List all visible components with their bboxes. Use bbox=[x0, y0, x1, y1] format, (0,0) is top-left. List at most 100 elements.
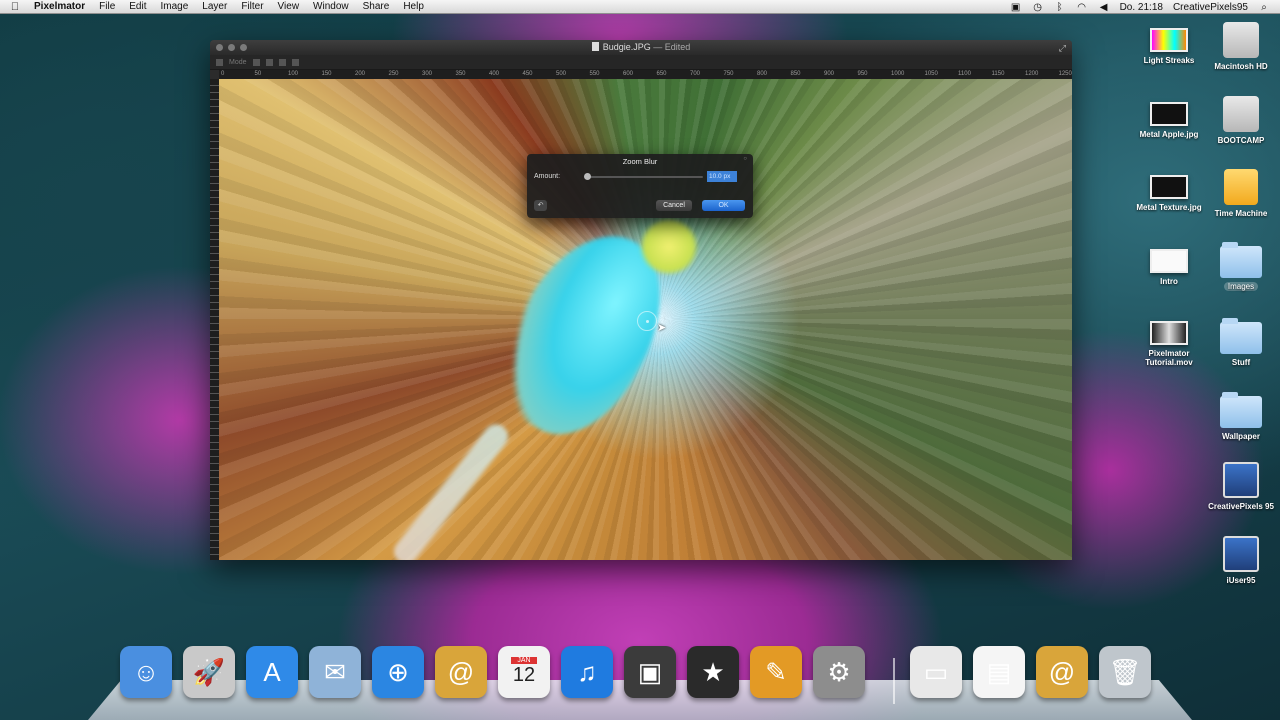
undo-icon: ↶ bbox=[537, 202, 544, 209]
desktop-icon-creativepixels[interactable]: CreativePixels 95 bbox=[1205, 462, 1277, 511]
amount-slider[interactable] bbox=[584, 173, 703, 180]
mode-add-icon[interactable] bbox=[265, 58, 273, 66]
amount-slider-knob[interactable] bbox=[584, 173, 592, 180]
cancel-button[interactable]: Cancel bbox=[656, 200, 692, 211]
time-machine-icon[interactable]: ◷ bbox=[1032, 2, 1044, 13]
apple-icon[interactable]:  bbox=[0, 1, 30, 13]
dock: ☺ 🚀 A ✉ ⊕ @ JAN 12 ♫ ▣ ★ ✎ ⚙ ▭ ▤ @ 🗑 bbox=[120, 640, 1160, 704]
ruler-tick-label: 450 bbox=[522, 71, 533, 77]
ok-button[interactable]: OK bbox=[702, 200, 745, 211]
ruler-tick-label: 1200 bbox=[1025, 71, 1039, 77]
vertical-ruler[interactable] bbox=[210, 79, 219, 560]
window-title: Budgie.JPG bbox=[602, 42, 651, 52]
document-stack-icon[interactable]: ▭ bbox=[910, 646, 962, 698]
finder-icon[interactable]: ☺ bbox=[120, 646, 172, 698]
desktop-icon-macintosh-hd[interactable]: Macintosh HD bbox=[1205, 22, 1277, 71]
mode-new-icon[interactable] bbox=[252, 58, 260, 66]
menu-file[interactable]: File bbox=[92, 0, 122, 14]
launchpad-icon[interactable]: 🚀 bbox=[183, 646, 235, 698]
desktop-icon-wallpaper[interactable]: Wallpaper bbox=[1205, 392, 1277, 441]
menu-layer[interactable]: Layer bbox=[195, 0, 234, 14]
trash-icon[interactable]: 🗑 bbox=[1099, 646, 1151, 698]
ruler-tick-label: 900 bbox=[824, 71, 835, 77]
traffic-lights bbox=[216, 44, 247, 51]
desktop-icon-light-streaks[interactable]: Light Streaks bbox=[1133, 28, 1205, 65]
window-titlebar[interactable]: Budgie.JPG — Edited ⤢ bbox=[210, 40, 1072, 55]
light-streaks-thumbnail-icon bbox=[1150, 28, 1188, 52]
desktop-icon-label: BOOTCAMP bbox=[1217, 136, 1265, 145]
calendar-icon[interactable]: JAN 12 bbox=[498, 646, 550, 698]
desktop-icon-metal-texture[interactable]: Metal Texture.jpg bbox=[1133, 175, 1205, 212]
menu-share[interactable]: Share bbox=[356, 0, 397, 14]
desktop-icon-pixelmator-tutorial[interactable]: Pixelmator Tutorial.mov bbox=[1133, 321, 1205, 367]
zoom-window-button[interactable] bbox=[240, 44, 247, 51]
mode-subtract-icon[interactable] bbox=[278, 58, 286, 66]
ruler-tick-label: 100 bbox=[288, 71, 299, 77]
menu-window[interactable]: Window bbox=[306, 0, 356, 14]
menu-edit[interactable]: Edit bbox=[122, 0, 153, 14]
menu-help[interactable]: Help bbox=[396, 0, 431, 14]
intro-thumbnail-icon bbox=[1150, 249, 1188, 273]
ruler-tick-label: 400 bbox=[489, 71, 500, 77]
desktop-icon-label: Images bbox=[1223, 282, 1259, 291]
address-book-icon[interactable]: @ bbox=[435, 646, 487, 698]
spotlight-icon[interactable]: ⌕ bbox=[1258, 2, 1270, 13]
ruler-tick-label: 600 bbox=[623, 71, 634, 77]
menu-view[interactable]: View bbox=[271, 0, 307, 14]
zoom-center-handle[interactable] bbox=[637, 311, 657, 331]
pixelmator-icon[interactable]: ✎ bbox=[750, 646, 802, 698]
safari-icon[interactable]: ⊕ bbox=[372, 646, 424, 698]
menu-user[interactable]: CreativePixels95 bbox=[1173, 2, 1248, 13]
iphoto-icon[interactable]: ▣ bbox=[624, 646, 676, 698]
menu-image[interactable]: Image bbox=[154, 0, 196, 14]
minimize-window-button[interactable] bbox=[228, 44, 235, 51]
desktop-icon-label: Pixelmator Tutorial.mov bbox=[1145, 349, 1193, 367]
ruler-tick-label: 1050 bbox=[924, 71, 938, 77]
screen-icon[interactable]: ▣ bbox=[1010, 2, 1022, 13]
wifi-icon[interactable]: ◠ bbox=[1076, 2, 1088, 13]
fullscreen-icon[interactable]: ⤢ bbox=[1059, 41, 1066, 56]
document-icon bbox=[591, 42, 599, 51]
mode-intersect-icon[interactable] bbox=[291, 58, 299, 66]
ruler-tick-label: 1100 bbox=[958, 71, 971, 77]
reset-button[interactable]: ↶ bbox=[534, 200, 547, 211]
ruler-tick-label: 1150 bbox=[991, 71, 1005, 77]
zoom-blur-dialog: Zoom Blur ○ Amount: ↶ Cancel OK bbox=[527, 154, 753, 218]
imovie-icon[interactable]: ★ bbox=[687, 646, 739, 698]
system-preferences-icon[interactable]: ⚙ bbox=[813, 646, 865, 698]
desktop-icon-time-machine[interactable]: Time Machine bbox=[1205, 169, 1277, 218]
ruler-tick-label: 500 bbox=[556, 71, 567, 77]
close-window-button[interactable] bbox=[216, 44, 223, 51]
itunes-icon[interactable]: ♫ bbox=[561, 646, 613, 698]
ruler-tick-label: 300 bbox=[422, 71, 433, 77]
dialog-title: Zoom Blur bbox=[622, 157, 658, 166]
calendar-day-label: 12 bbox=[512, 664, 536, 686]
amount-value-field[interactable] bbox=[707, 171, 737, 182]
address-book-stack-icon[interactable]: @ bbox=[1036, 646, 1088, 698]
image-canvas[interactable]: ➤ bbox=[219, 79, 1072, 560]
ruler-tick-label: 350 bbox=[455, 71, 466, 77]
desktop-icon-bootcamp[interactable]: BOOTCAMP bbox=[1205, 96, 1277, 145]
menu-filter[interactable]: Filter bbox=[234, 0, 270, 14]
desktop-icon-intro[interactable]: Intro bbox=[1133, 249, 1205, 286]
desktop-icon-stuff[interactable]: Stuff bbox=[1205, 318, 1277, 367]
window-edited-status: — Edited bbox=[653, 42, 691, 52]
ruler-tick-label: 150 bbox=[321, 71, 332, 77]
app-store-icon[interactable]: A bbox=[246, 646, 298, 698]
pdf-document-icon[interactable]: ▤ bbox=[973, 646, 1025, 698]
desktop-icon-iuser95[interactable]: iUser95 bbox=[1205, 536, 1277, 585]
volume-icon[interactable]: ◀ bbox=[1098, 2, 1110, 13]
bluetooth-icon[interactable]: ᛒ bbox=[1054, 2, 1066, 13]
metal-texture-thumbnail-icon bbox=[1150, 175, 1188, 199]
mail-icon[interactable]: ✉ bbox=[309, 646, 361, 698]
ruler-tick-label: 50 bbox=[254, 71, 262, 77]
menu-clock[interactable]: Do. 21:18 bbox=[1120, 2, 1163, 13]
desktop-icon-metal-apple[interactable]: Metal Apple.jpg bbox=[1133, 102, 1205, 139]
horizontal-ruler[interactable]: 0 50 100 150 200 250 300 350 400 450 500 550 600 650 7… bbox=[219, 70, 1072, 79]
menu-app-name[interactable]: Pixelmator bbox=[30, 0, 92, 14]
desktop-icon-label: iUser95 bbox=[1226, 576, 1256, 585]
folder-icon bbox=[1220, 318, 1262, 354]
dialog-close-icon[interactable]: ○ bbox=[743, 156, 747, 162]
tool-preset-icon[interactable] bbox=[216, 58, 223, 66]
desktop-icon-images[interactable]: Images bbox=[1205, 242, 1277, 291]
